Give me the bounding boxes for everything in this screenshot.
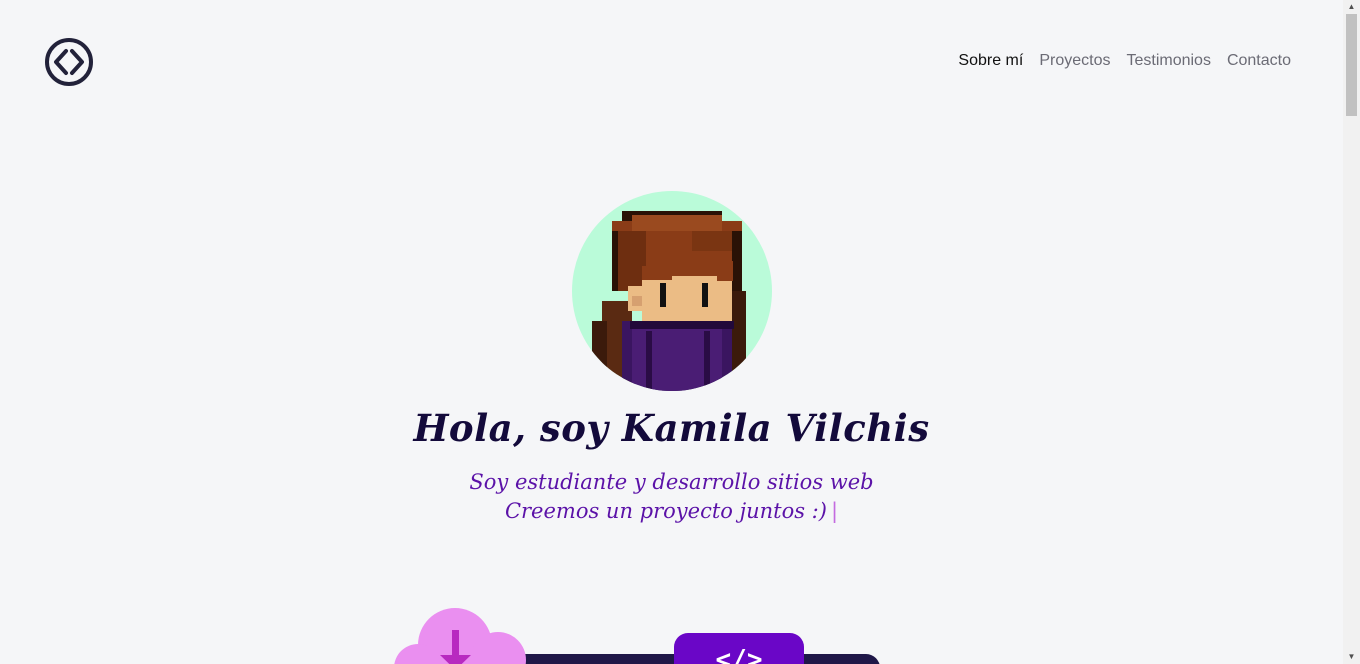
nav-link-sobre-mi[interactable]: Sobre mí [958, 52, 1023, 70]
code-tag-text: </> [716, 645, 763, 664]
code-brackets-circle-icon[interactable] [44, 37, 94, 87]
nav-link-contacto[interactable]: Contacto [1227, 52, 1291, 70]
avatar [572, 191, 772, 391]
main-nav: Sobre mí Proyectos Testimonios Contacto [958, 52, 1291, 70]
scroll-down-arrow-icon[interactable]: ▼ [1343, 650, 1360, 664]
hero-subtitle: Soy estudiante y desarrollo sitios web C… [0, 468, 1343, 526]
hero-subtitle-line-1: Soy estudiante y desarrollo sitios web [469, 470, 874, 494]
page-scrollbar[interactable]: ▲ ▼ [1343, 0, 1360, 664]
hero-subtitle-line-2: Creemos un proyecto juntos :) | [0, 497, 1343, 526]
nav-link-testimonios[interactable]: Testimonios [1126, 52, 1210, 70]
cloud-download-icon [394, 608, 526, 664]
nav-link-proyectos[interactable]: Proyectos [1039, 52, 1110, 70]
typed-text: Creemos un proyecto juntos :) [504, 499, 827, 523]
scrollbar-thumb[interactable] [1346, 14, 1357, 116]
typing-caret: | [830, 499, 839, 523]
hero-title: Hola, soy Kamila Vilchis [413, 406, 930, 450]
hero-illustration: </> [390, 600, 890, 664]
code-tag-icon: </> [674, 633, 804, 664]
scroll-up-arrow-icon[interactable]: ▲ [1343, 0, 1360, 14]
page: Sobre mí Proyectos Testimonios Contacto [0, 0, 1343, 664]
